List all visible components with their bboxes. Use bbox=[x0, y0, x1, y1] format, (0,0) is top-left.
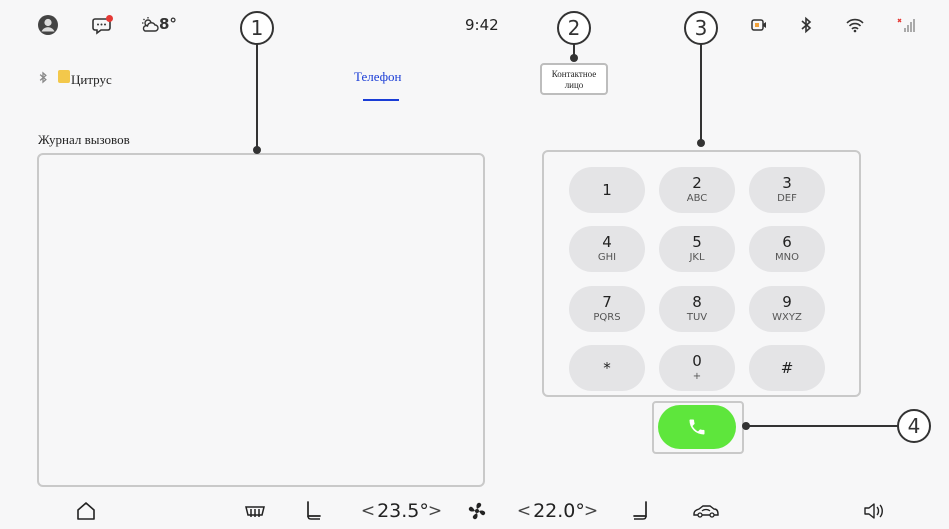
left-temp-decrease[interactable]: < bbox=[361, 498, 375, 524]
right-temperature: 22.0° bbox=[533, 500, 585, 522]
dial-key[interactable]: 8 TUV bbox=[659, 286, 735, 332]
fan-icon[interactable] bbox=[465, 498, 489, 524]
clock: 9:42 bbox=[465, 16, 499, 34]
home-icon[interactable] bbox=[74, 498, 98, 524]
call-log-panel[interactable] bbox=[37, 153, 485, 487]
callout-1-leader bbox=[256, 44, 258, 150]
dial-key-digit: 4 bbox=[602, 233, 612, 251]
wifi-icon[interactable] bbox=[845, 15, 865, 35]
dial-key-letters: WXYZ bbox=[772, 312, 802, 323]
dial-key-digit: # bbox=[780, 359, 794, 377]
dial-key-digit: 3 bbox=[782, 174, 792, 192]
dial-key-digit: 8 bbox=[692, 293, 702, 311]
call-button[interactable] bbox=[658, 405, 736, 449]
callout-3: 3 bbox=[684, 11, 718, 45]
callout-1: 1 bbox=[240, 11, 274, 45]
seat-right-icon[interactable] bbox=[630, 498, 652, 524]
right-temp-decrease[interactable]: < bbox=[517, 498, 531, 524]
dial-key[interactable]: 9 WXYZ bbox=[749, 286, 825, 332]
callout-3-leader bbox=[700, 44, 702, 143]
left-temp-increase[interactable]: > bbox=[428, 498, 442, 524]
callout-4-leader bbox=[748, 425, 898, 427]
dial-key-letters: MNO bbox=[775, 252, 799, 263]
contact-button-label-line1: Контактное bbox=[551, 69, 597, 79]
dial-key-digit: 1 bbox=[602, 181, 612, 199]
dial-key-letters: PQRS bbox=[593, 312, 621, 323]
dial-key[interactable]: 4 GHI bbox=[569, 226, 645, 272]
signal-icon bbox=[896, 15, 918, 35]
dial-key[interactable]: # bbox=[749, 345, 825, 391]
weather-icon bbox=[140, 14, 160, 36]
dial-key[interactable]: 2 ABC bbox=[659, 167, 735, 213]
device-name: Цитрус bbox=[71, 72, 112, 87]
dial-key[interactable]: 3 DEF bbox=[749, 167, 825, 213]
dial-key[interactable]: 6 MNO bbox=[749, 226, 825, 272]
dial-key[interactable]: 0 + bbox=[659, 345, 735, 391]
contact-button[interactable]: Контактное лицо bbox=[540, 63, 608, 95]
call-log-title: Журнал вызовов bbox=[38, 132, 130, 147]
dial-key-letters: GHI bbox=[597, 252, 617, 263]
callout-4: 4 bbox=[897, 409, 931, 443]
callout-2-dot bbox=[570, 54, 578, 62]
volume-icon[interactable] bbox=[862, 498, 886, 524]
dial-key-digit: * bbox=[603, 359, 611, 377]
rear-defrost-icon[interactable] bbox=[243, 498, 267, 524]
avatar-icon[interactable] bbox=[37, 14, 59, 36]
message-icon[interactable] bbox=[92, 14, 114, 36]
callout-4-dot bbox=[742, 422, 750, 430]
dial-key-digit: 7 bbox=[602, 293, 612, 311]
right-temp-increase[interactable]: > bbox=[584, 498, 598, 524]
dial-key-digit: 9 bbox=[782, 293, 792, 311]
dial-key-digit: 0 bbox=[692, 352, 702, 370]
dial-key-letters: + bbox=[692, 371, 702, 382]
dial-key[interactable]: 1 bbox=[569, 167, 645, 213]
dial-key-digit: 5 bbox=[692, 233, 702, 251]
dial-key-letters: JKL bbox=[689, 252, 705, 263]
callout-3-dot bbox=[697, 139, 705, 147]
seat-left-icon[interactable] bbox=[302, 498, 324, 524]
tab-active-indicator bbox=[363, 99, 399, 101]
dial-key[interactable]: 5 JKL bbox=[659, 226, 735, 272]
dial-key-letters: TUV bbox=[686, 312, 708, 323]
bluetooth-small-icon bbox=[37, 70, 49, 84]
car-recirculation-icon[interactable] bbox=[692, 498, 720, 524]
phone-icon bbox=[687, 417, 707, 437]
tab-phone[interactable]: Телефон bbox=[354, 69, 402, 85]
dial-key[interactable]: 7 PQRS bbox=[569, 286, 645, 332]
dial-key-letters: DEF bbox=[777, 193, 797, 204]
weather-temperature: 8° bbox=[159, 15, 177, 33]
callout-1-dot bbox=[253, 146, 261, 154]
bluetooth-icon[interactable] bbox=[798, 15, 814, 35]
dial-key-letters: ABC bbox=[686, 193, 708, 204]
camera-record-icon[interactable] bbox=[750, 16, 768, 34]
dial-key-digit: 2 bbox=[692, 174, 702, 192]
dial-key-digit: 6 bbox=[782, 233, 792, 251]
callout-2: 2 bbox=[557, 11, 591, 45]
left-temperature: 23.5° bbox=[377, 500, 429, 522]
phone-device-icon bbox=[58, 70, 70, 83]
dial-key[interactable]: * bbox=[569, 345, 645, 391]
contact-button-label-line2: лицо bbox=[564, 80, 584, 90]
